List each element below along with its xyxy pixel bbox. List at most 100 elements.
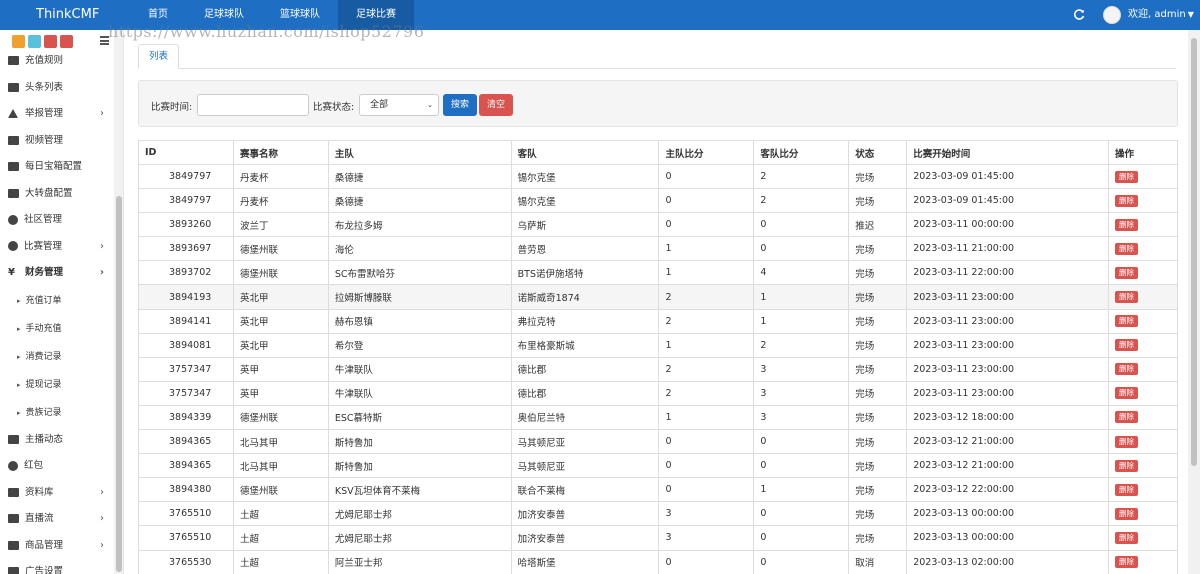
sidebar-subitem[interactable]: 提现记录 bbox=[0, 371, 114, 399]
delete-button[interactable]: 删除 bbox=[1115, 315, 1138, 328]
desktop-icon bbox=[8, 567, 19, 574]
sidebar-item[interactable]: 资料库 › bbox=[0, 480, 114, 507]
delete-button[interactable]: 删除 bbox=[1115, 411, 1138, 424]
action-cell: 删除 bbox=[1108, 236, 1178, 262]
table-cell: 3 bbox=[753, 356, 850, 382]
sidebar-item[interactable]: 举报管理 › bbox=[0, 101, 114, 128]
table-cell: 2023-03-11 23:00:00 bbox=[906, 284, 1109, 310]
sidebar-item-label: 视频管理 bbox=[25, 134, 64, 146]
table-cell: 联合不莱梅 bbox=[510, 477, 660, 503]
sidebar-item[interactable]: 社区管理 bbox=[0, 207, 114, 234]
action-cell: 删除 bbox=[1108, 284, 1178, 310]
chevron-right-icon: › bbox=[100, 539, 104, 551]
sidebar-item[interactable]: 商品管理 › bbox=[0, 533, 114, 560]
search-button[interactable]: 搜索 bbox=[443, 94, 477, 116]
sidebar-item-label: 大转盘配置 bbox=[25, 187, 73, 199]
home-shortcut-icon[interactable] bbox=[12, 35, 25, 48]
delete-button[interactable]: 删除 bbox=[1115, 459, 1138, 472]
refresh-icon[interactable] bbox=[1073, 9, 1085, 21]
delete-button[interactable]: 删除 bbox=[1115, 242, 1138, 255]
table-cell: 德比郡 bbox=[510, 380, 660, 406]
table-cell: 3894141 bbox=[138, 308, 234, 334]
sidebar-item[interactable]: 比赛管理 › bbox=[0, 234, 114, 261]
table-cell: 3894365 bbox=[138, 429, 234, 455]
delete-button[interactable]: 删除 bbox=[1115, 387, 1138, 400]
sidebar-item[interactable]: 红包 bbox=[0, 453, 114, 480]
sidebar: 充值规则 头条列表 举报管理 › 视频管理 每日宝箱配置 大转盘配置 社区管理 比赛管理 › ¥ 财务… bbox=[0, 30, 124, 574]
delete-button[interactable]: 删除 bbox=[1115, 170, 1138, 183]
page-scrollbar[interactable] bbox=[1188, 30, 1200, 574]
sidebar-item[interactable]: 头条列表 bbox=[0, 75, 114, 102]
table-row: 3893260 波兰丁 布龙拉多姆 乌萨斯 0 0 推迟 2023-03-11 00:00:0… bbox=[138, 212, 1178, 238]
delete-button[interactable]: 删除 bbox=[1115, 266, 1138, 279]
desktop-icon bbox=[8, 487, 19, 497]
sidebar-item[interactable]: 充值规则 bbox=[0, 48, 114, 75]
table-cell: 3 bbox=[658, 501, 755, 527]
page-scroll-thumb[interactable] bbox=[1191, 38, 1197, 466]
action-cell: 删除 bbox=[1108, 332, 1178, 358]
user-shortcut-icon[interactable] bbox=[44, 35, 57, 48]
table-cell: 英甲 bbox=[232, 356, 329, 382]
tab-list[interactable]: 列表 bbox=[138, 44, 180, 69]
table-cell: 斯特鲁加 bbox=[327, 429, 512, 455]
sidebar-item[interactable]: 主播动态 bbox=[0, 427, 114, 454]
table-cell: 0 bbox=[658, 188, 755, 214]
brand-logo[interactable]: ThinkCMF bbox=[36, 0, 99, 30]
table-cell: 2 bbox=[658, 380, 755, 406]
table-cell: 2023-03-11 22:00:00 bbox=[906, 260, 1109, 286]
sidebar-item[interactable]: 直播流 › bbox=[0, 506, 114, 533]
sidebar-subitem[interactable]: 充值订单 bbox=[0, 287, 114, 315]
sidebar-item[interactable]: 大转盘配置 bbox=[0, 181, 114, 208]
table-cell: 0 bbox=[753, 429, 850, 455]
table-cell: 完场 bbox=[848, 260, 908, 286]
action-cell: 删除 bbox=[1108, 525, 1178, 551]
user-menu[interactable]: 欢迎, admin ▼ bbox=[1128, 0, 1194, 30]
user-greeting: 欢迎, admin bbox=[1128, 9, 1186, 20]
table-cell: 加济安泰普 bbox=[510, 501, 660, 527]
sidebar-item-label: 比赛管理 bbox=[24, 240, 63, 252]
table-cell: 完场 bbox=[848, 453, 908, 479]
table-cell: 0 bbox=[658, 453, 755, 479]
table-cell: 1 bbox=[658, 260, 755, 286]
sidebar-subitem[interactable]: 贵族记录 bbox=[0, 399, 114, 427]
delete-button[interactable]: 删除 bbox=[1115, 556, 1138, 569]
delete-button[interactable]: 删除 bbox=[1115, 435, 1138, 448]
delete-button[interactable]: 删除 bbox=[1115, 194, 1138, 207]
chevron-right-icon: › bbox=[100, 108, 104, 119]
desktop-icon bbox=[8, 82, 19, 92]
delete-button[interactable]: 删除 bbox=[1115, 363, 1138, 376]
table-cell: 完场 bbox=[848, 236, 908, 262]
delete-button[interactable]: 删除 bbox=[1115, 291, 1138, 304]
delete-button[interactable]: 删除 bbox=[1115, 339, 1138, 352]
settings-shortcut-icon[interactable] bbox=[60, 35, 73, 48]
table-cell: 英甲 bbox=[232, 380, 329, 406]
sidebar-item[interactable]: 广告设置 bbox=[0, 559, 114, 574]
delete-button[interactable]: 删除 bbox=[1115, 483, 1138, 496]
sidebar-subitem[interactable]: 手动充值 bbox=[0, 315, 114, 343]
globe-icon bbox=[8, 460, 18, 471]
gift-icon bbox=[8, 56, 19, 65]
delete-button[interactable]: 删除 bbox=[1115, 531, 1138, 544]
sidebar-scroll-thumb[interactable] bbox=[116, 196, 122, 572]
table-cell: 3849797 bbox=[138, 188, 234, 214]
matches-table: ID 赛事名称 主队 客队 主队比分 客队比分 状态 比赛开始时间 操作 3849797 丹麦杯桑… bbox=[138, 140, 1178, 574]
table-row: 3894141 英北甲 赫布恩镇 弗拉克特 2 1 完场 2023-03-11 23:00:0… bbox=[138, 308, 1178, 334]
sidebar-item-label: 商品管理 bbox=[25, 539, 64, 551]
sidebar-item-label: 每日宝箱配置 bbox=[25, 161, 83, 172]
sidebar-item[interactable]: 每日宝箱配置 bbox=[0, 154, 114, 181]
match-status-label: 比赛状态: bbox=[313, 102, 355, 113]
chevron-right-icon: › bbox=[100, 486, 104, 498]
delete-button[interactable]: 删除 bbox=[1115, 507, 1138, 520]
avatar[interactable] bbox=[1103, 6, 1121, 24]
file-shortcut-icon[interactable] bbox=[28, 35, 41, 48]
sidebar-item[interactable]: ¥ 财务管理 › bbox=[0, 260, 114, 287]
sidebar-subitem[interactable]: 消费记录 bbox=[0, 343, 114, 371]
table-cell: 4 bbox=[753, 260, 850, 286]
delete-button[interactable]: 删除 bbox=[1115, 218, 1138, 231]
table-cell: 斯特鲁加 bbox=[327, 453, 512, 479]
match-status-select[interactable]: 全部 ⌄ bbox=[359, 94, 439, 116]
sidebar-item[interactable]: 视频管理 bbox=[0, 128, 114, 155]
clear-button[interactable]: 清空 bbox=[479, 94, 513, 116]
table-cell: 诺斯威奇1874 bbox=[510, 284, 660, 310]
match-time-input[interactable] bbox=[197, 94, 309, 116]
